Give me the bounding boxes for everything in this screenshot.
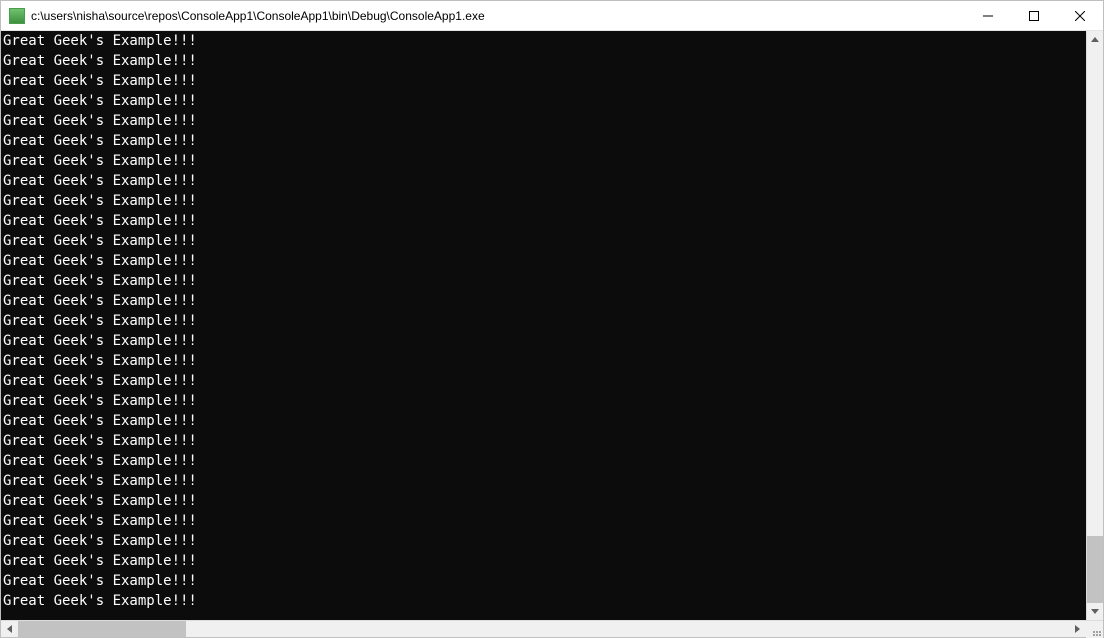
console-line: Great Geek's Example!!! [3,311,1084,331]
console-line: Great Geek's Example!!! [3,291,1084,311]
console-line: Great Geek's Example!!! [3,31,1084,51]
vertical-scroll-thumb[interactable] [1087,536,1103,603]
scroll-down-button[interactable] [1087,603,1103,620]
vertical-scroll-track[interactable] [1087,48,1103,603]
console-line: Great Geek's Example!!! [3,591,1084,611]
console-line: Great Geek's Example!!! [3,451,1084,471]
scroll-left-button[interactable] [1,621,18,637]
arrow-right-icon [1075,625,1080,633]
console-line: Great Geek's Example!!! [3,491,1084,511]
minimize-button[interactable] [965,1,1011,30]
maximize-button[interactable] [1011,1,1057,30]
console-output[interactable]: Great Geek's Example!!!Great Geek's Exam… [1,31,1086,620]
console-line: Great Geek's Example!!! [3,171,1084,191]
console-line: Great Geek's Example!!! [3,471,1084,491]
console-area: Great Geek's Example!!!Great Geek's Exam… [1,31,1103,637]
arrow-up-icon [1091,37,1099,42]
vertical-scrollbar[interactable] [1086,31,1103,620]
titlebar: c:\users\nisha\source\repos\ConsoleApp1\… [1,1,1103,31]
close-button[interactable] [1057,1,1103,30]
arrow-left-icon [7,625,12,633]
console-line: Great Geek's Example!!! [3,531,1084,551]
console-line: Great Geek's Example!!! [3,331,1084,351]
window-controls [965,1,1103,30]
console-line: Great Geek's Example!!! [3,91,1084,111]
console-line: Great Geek's Example!!! [3,511,1084,531]
console-line: Great Geek's Example!!! [3,571,1084,591]
scroll-up-button[interactable] [1087,31,1103,48]
console-line: Great Geek's Example!!! [3,111,1084,131]
console-line: Great Geek's Example!!! [3,191,1084,211]
console-line: Great Geek's Example!!! [3,271,1084,291]
horizontal-scroll-track[interactable] [18,621,1069,637]
app-icon [9,8,25,24]
console-line: Great Geek's Example!!! [3,431,1084,451]
console-line: Great Geek's Example!!! [3,351,1084,371]
window-title: c:\users\nisha\source\repos\ConsoleApp1\… [31,9,965,23]
console-line: Great Geek's Example!!! [3,391,1084,411]
console-line: Great Geek's Example!!! [3,411,1084,431]
console-line: Great Geek's Example!!! [3,371,1084,391]
horizontal-scroll-thumb[interactable] [18,621,186,637]
console-line: Great Geek's Example!!! [3,51,1084,71]
console-line: Great Geek's Example!!! [3,551,1084,571]
console-line: Great Geek's Example!!! [3,71,1084,91]
horizontal-scrollbar[interactable] [1,620,1103,637]
console-line: Great Geek's Example!!! [3,131,1084,151]
arrow-down-icon [1091,609,1099,614]
console-line: Great Geek's Example!!! [3,231,1084,251]
console-line: Great Geek's Example!!! [3,211,1084,231]
scroll-right-button[interactable] [1069,621,1086,637]
console-line: Great Geek's Example!!! [3,251,1084,271]
console-line: Great Geek's Example!!! [3,151,1084,171]
resize-grip[interactable] [1086,621,1103,638]
